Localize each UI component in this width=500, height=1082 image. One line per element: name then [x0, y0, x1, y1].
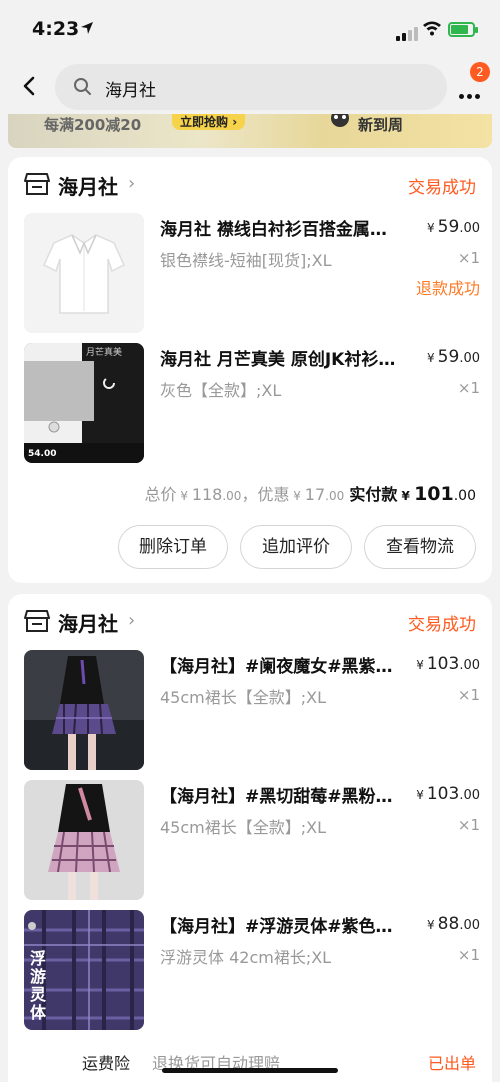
item-quantity: ×1	[457, 379, 480, 397]
status-bar: 4:23	[0, 0, 500, 58]
insurance-status: 已出单	[427, 1054, 476, 1073]
item-title: 海月社 襟线白衬衫百搭金属扣短袖衬衫	[160, 220, 396, 240]
search-query: 海月社	[105, 81, 156, 101]
back-arrow-icon[interactable]	[18, 74, 42, 98]
search-input[interactable]: 海月社	[55, 64, 447, 110]
notification-badge: 2	[470, 62, 490, 82]
product-image	[24, 213, 144, 333]
item-variant: 灰色【全款】;XL	[160, 381, 282, 400]
order-item[interactable]: 月芒真美 54.00 海月社 月芒真美 原创JK衬衫长袖 ¥59.00 灰色【全…	[24, 343, 480, 463]
item-variant: 45cm裙长【全款】;XL	[160, 688, 327, 707]
item-quantity: ×1	[457, 946, 480, 964]
order-status: 交易成功	[408, 615, 476, 635]
product-image	[24, 780, 144, 900]
item-title: 【海月社】#黑切甜莓#黑粉格JK裙	[160, 787, 396, 807]
item-variant: 银色襟线-短袖[现货];XL	[160, 251, 332, 270]
product-image: 月芒真美 54.00	[24, 343, 144, 463]
item-variant: 45cm裙长【全款】;XL	[160, 818, 327, 837]
item-variant: 浮游灵体 42cm裙长;XL	[160, 948, 332, 967]
order-summary: 总价 ¥ 118.00，优惠 ¥ 17.00 实付款 ¥ 101.00	[144, 483, 477, 505]
item-price: ¥88.00	[427, 914, 480, 934]
item-price: ¥59.00	[427, 217, 480, 237]
chevron-right-icon: ›	[128, 610, 136, 631]
item-price: ¥59.00	[427, 347, 480, 367]
delete-order-button[interactable]: 删除订单	[118, 525, 228, 569]
order-item[interactable]: 【海月社】#阑夜魔女#黑紫格JK裙 ¥103.00 45cm裙长【全款】;XL …	[24, 650, 480, 770]
item-quantity: ×1	[457, 249, 480, 267]
shop-name: 海月社	[58, 612, 118, 636]
cellular-signal-icon	[396, 22, 420, 41]
clock-time: 4:23	[32, 18, 80, 40]
thumb-price: 54.00	[28, 449, 57, 459]
order-status: 交易成功	[408, 178, 476, 198]
insurance-label: 运费险	[82, 1054, 131, 1073]
location-arrow-icon	[81, 22, 93, 34]
item-quantity: ×1	[457, 686, 480, 704]
wifi-icon	[423, 21, 441, 36]
item-quantity: ×1	[457, 816, 480, 834]
shop-name: 海月社	[58, 175, 118, 199]
item-price: ¥103.00	[416, 784, 480, 804]
order-card: 海月社 › 交易成功 海月社 襟线白衬衫百搭金属扣短袖衬衫 ¥59.00 银色襟…	[8, 157, 492, 583]
order-actions: 删除订单 追加评价 查看物流	[118, 525, 476, 569]
nav-bar: 海月社 2	[0, 58, 500, 114]
item-price: ¥103.00	[416, 654, 480, 674]
product-image: 浮游灵体	[24, 910, 144, 1030]
store-icon	[24, 610, 50, 632]
order-item[interactable]: 【海月社】#黑切甜莓#黑粉格JK裙 ¥103.00 45cm裙长【全款】;XL …	[24, 780, 480, 900]
view-logistics-button[interactable]: 查看物流	[364, 525, 476, 569]
banner-buy-button[interactable]: 立即抢购 ›	[172, 114, 246, 130]
refund-status[interactable]: 退款成功	[416, 275, 480, 299]
item-title: 【海月社】#浮游灵体#紫色格JK裙	[160, 917, 396, 937]
search-icon	[74, 78, 91, 95]
chevron-right-icon: ›	[128, 173, 136, 194]
order-item[interactable]: 海月社 襟线白衬衫百搭金属扣短袖衬衫 ¥59.00 银色襟线-短袖[现货];XL…	[24, 213, 480, 333]
add-review-button[interactable]: 追加评价	[240, 525, 352, 569]
battery-icon	[448, 22, 478, 37]
thumb-caption: 浮游灵体	[30, 949, 47, 1022]
thumb-caption: 月芒真美	[86, 348, 123, 358]
home-indicator	[162, 1068, 338, 1073]
more-options-icon[interactable]	[459, 84, 483, 103]
promo-banner[interactable]: 每满200减20 立即抢购 › 新到周	[8, 114, 492, 148]
item-title: 海月社 月芒真美 原创JK衬衫长袖	[160, 350, 396, 370]
banner-promo-text: 每满200减20	[44, 116, 142, 134]
order-card: 海月社 › 交易成功 【海月社】#阑夜魔女#黑紫格JK裙 ¥103.00 45c…	[8, 594, 492, 1082]
order-item[interactable]: 浮游灵体 【海月社】#浮游灵体#紫色格JK裙 ¥88.00 浮游灵体 42cm裙…	[24, 910, 480, 1030]
item-title: 【海月社】#阑夜魔女#黑紫格JK裙	[160, 657, 396, 677]
store-icon	[24, 173, 50, 195]
product-image	[24, 650, 144, 770]
banner-right-text: 新到周	[358, 116, 404, 134]
